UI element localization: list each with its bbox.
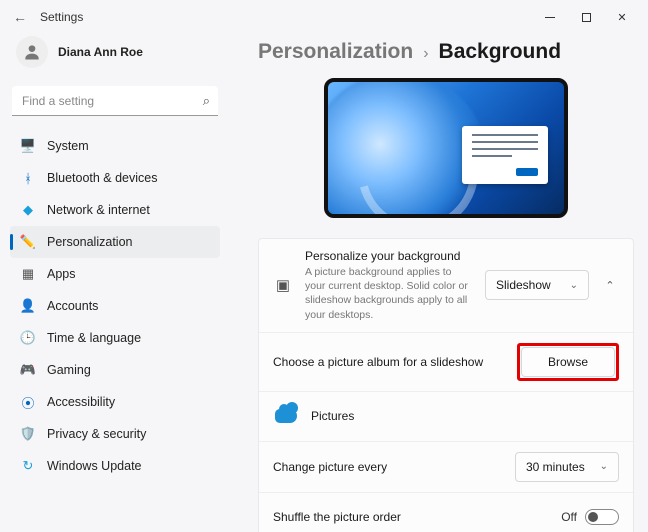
nav-icon: ↻ [20,458,36,474]
nav-icon: 👤 [20,298,36,314]
maximize-button[interactable] [568,3,604,31]
nav-icon: ▦ [20,266,36,282]
nav-icon: 🕒 [20,330,36,346]
sidebar-item-windows-update[interactable]: ↻ Windows Update [10,450,220,482]
nav-icon: ◆ [20,202,36,218]
window-controls: ✕ [532,3,640,31]
window-title: Settings [40,10,83,24]
sidebar-item-time-language[interactable]: 🕒 Time & language [10,322,220,354]
background-settings-card: ▣ Personalize your background A picture … [258,238,634,532]
shuffle-toggle[interactable] [585,509,619,525]
nav-label: Windows Update [47,459,142,473]
close-button[interactable]: ✕ [604,3,640,31]
interval-dropdown[interactable]: 30 minutes ⌄ [515,452,619,482]
back-button[interactable]: ← [8,9,32,25]
nav-label: Time & language [47,331,141,345]
row-change-interval: Change picture every 30 minutes ⌄ [259,442,633,493]
personalize-sub: A picture background applies to your cur… [305,265,473,322]
pictures-label: Pictures [311,409,619,423]
breadcrumb-current: Background [439,40,562,64]
minimize-button[interactable] [532,3,568,31]
sidebar: Diana Ann Roe ⌕ 🖥️ System ᚼ Bluetooth & dev… [0,34,230,532]
onedrive-cloud-icon [273,409,299,423]
nav-icon: ᚼ [20,170,36,186]
nav-icon: ✏️ [20,234,36,250]
nav-list: 🖥️ System ᚼ Bluetooth & devices ◆ Network & i… [10,130,220,482]
avatar-icon [16,36,48,68]
main-content: Personalization › Background ▣ Personali… [230,34,648,532]
nav-icon: 🎮 [20,362,36,378]
sidebar-item-privacy-security[interactable]: 🛡️ Privacy & security [10,418,220,450]
search-input[interactable] [12,86,218,116]
choose-album-label: Choose a picture album for a slideshow [273,355,505,369]
personalize-title: Personalize your background [305,249,473,263]
sidebar-item-accessibility[interactable]: ⦿ Accessibility [10,386,220,418]
desktop-preview [324,78,568,218]
interval-label: Change picture every [273,460,503,474]
nav-label: Personalization [47,235,132,249]
breadcrumb: Personalization › Background [258,34,634,78]
background-type-dropdown[interactable]: Slideshow ⌄ [485,270,589,300]
nav-label: Bluetooth & devices [47,171,158,185]
preview-window-mock [462,126,548,184]
nav-label: System [47,139,89,153]
nav-label: Privacy & security [47,427,146,441]
nav-icon: 🖥️ [20,138,36,154]
sidebar-item-accounts[interactable]: 👤 Accounts [10,290,220,322]
nav-label: Network & internet [47,203,150,217]
breadcrumb-parent[interactable]: Personalization [258,40,413,64]
sidebar-item-personalization[interactable]: ✏️ Personalization [10,226,220,258]
expand-toggle[interactable]: ⌃ [601,279,619,292]
nav-label: Gaming [47,363,91,377]
nav-icon: 🛡️ [20,426,36,442]
search-icon: ⌕ [203,93,210,109]
shuffle-label: Shuffle the picture order [273,510,549,524]
sidebar-item-bluetooth-devices[interactable]: ᚼ Bluetooth & devices [10,162,220,194]
row-pictures-folder[interactable]: Pictures [259,392,633,442]
row-choose-album: Choose a picture album for a slideshow B… [259,333,633,392]
nav-label: Accessibility [47,395,115,409]
user-account[interactable]: Diana Ann Roe [10,34,220,82]
nav-label: Accounts [47,299,98,313]
browse-button[interactable]: Browse [521,347,615,377]
sidebar-item-gaming[interactable]: 🎮 Gaming [10,354,220,386]
sidebar-item-apps[interactable]: ▦ Apps [10,258,220,290]
picture-icon: ▣ [273,276,293,294]
chevron-down-icon: ⌄ [600,461,608,472]
breadcrumb-sep: › [423,45,428,63]
nav-icon: ⦿ [20,394,36,410]
browse-highlight: Browse [517,343,619,381]
sidebar-item-system[interactable]: 🖥️ System [10,130,220,162]
user-name: Diana Ann Roe [58,45,143,59]
nav-label: Apps [47,267,76,281]
shuffle-state: Off [561,510,577,524]
chevron-down-icon: ⌄ [570,280,578,291]
sidebar-item-network-internet[interactable]: ◆ Network & internet [10,194,220,226]
row-personalize: ▣ Personalize your background A picture … [259,239,633,333]
search-box[interactable]: ⌕ [12,86,218,116]
row-shuffle: Shuffle the picture order Off [259,493,633,532]
title-bar: ← Settings ✕ [0,0,648,34]
